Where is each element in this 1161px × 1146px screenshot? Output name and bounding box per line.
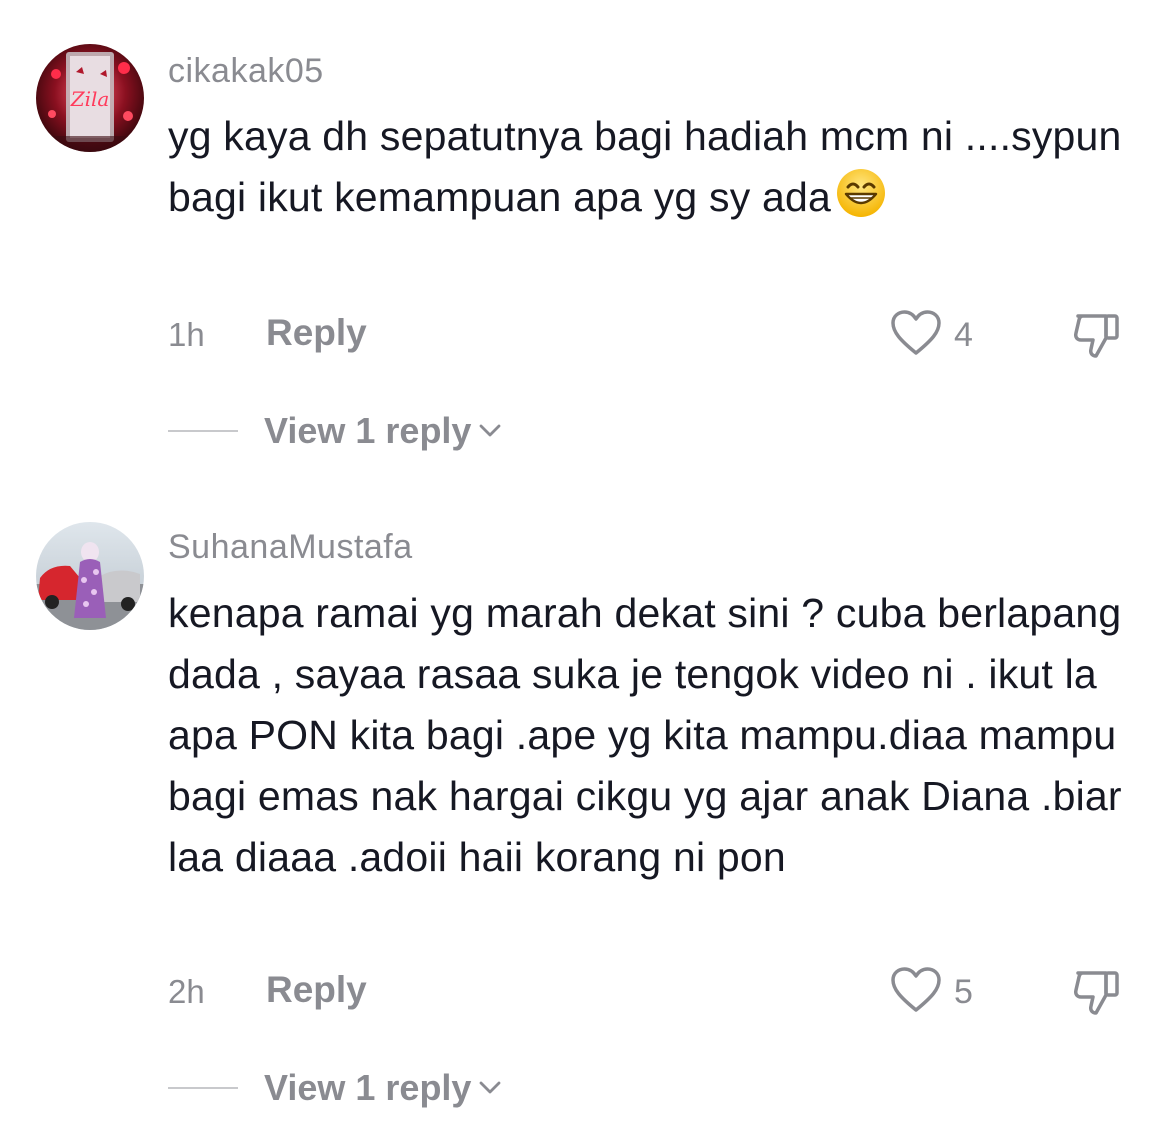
thread-divider — [168, 1087, 238, 1089]
view-replies-button[interactable]: View 1 reply — [168, 1063, 501, 1113]
thread-divider — [168, 430, 238, 432]
dislike-button[interactable] — [1070, 967, 1124, 1017]
avatar[interactable]: Zila — [36, 44, 144, 152]
view-replies-label: View 1 reply — [264, 410, 472, 451]
grinning-face-icon — [835, 167, 887, 236]
view-replies-label: View 1 reply — [264, 1067, 472, 1108]
svg-text:Zila: Zila — [70, 87, 110, 111]
like-count: 5 — [954, 972, 973, 1011]
comment-actions: 2h Reply 5 — [0, 966, 1161, 1019]
dislike-button[interactable] — [1070, 310, 1124, 360]
heart-outline-icon — [890, 309, 942, 362]
heart-outline-icon — [890, 966, 942, 1019]
reply-button[interactable]: Reply — [266, 312, 367, 354]
view-replies-button[interactable]: View 1 reply — [168, 406, 501, 456]
like-count: 4 — [954, 315, 973, 354]
thumbs-down-icon — [1070, 971, 1124, 1021]
comment-timestamp: 2h — [168, 973, 205, 1010]
comment-text: yg kaya dh sepatutnya bagi hadiah mcm ni… — [168, 106, 1143, 236]
avatar[interactable] — [36, 522, 144, 630]
comment-text: kenapa ramai yg marah dekat sini ? cuba … — [168, 583, 1143, 888]
comment-text-content: yg kaya dh sepatutnya bagi hadiah mcm ni… — [168, 113, 1122, 220]
like-button[interactable]: 4 — [890, 309, 973, 362]
like-button[interactable]: 5 — [890, 966, 973, 1019]
reply-button[interactable]: Reply — [266, 969, 367, 1011]
comment-username[interactable]: SuhanaMustafa — [168, 528, 413, 567]
thumbs-down-icon — [1070, 314, 1124, 364]
comment-timestamp: 1h — [168, 316, 205, 353]
comment-username[interactable]: cikakak05 — [168, 52, 324, 91]
chevron-down-icon — [479, 424, 501, 443]
comment-actions: 1h Reply 4 — [0, 309, 1161, 362]
chevron-down-icon — [479, 1081, 501, 1100]
comment-text-content: kenapa ramai yg marah dekat sini ? cuba … — [168, 590, 1122, 880]
